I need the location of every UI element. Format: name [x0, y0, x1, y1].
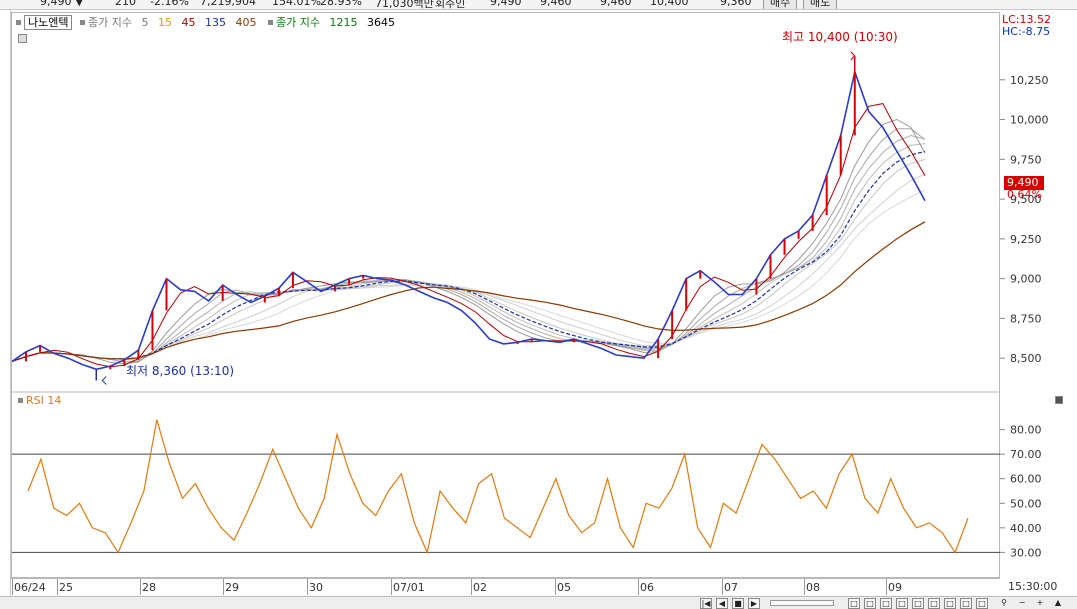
x-tick-label: 07/01 — [393, 581, 425, 594]
x-tick-mark — [886, 579, 887, 595]
x-tick-mark — [804, 579, 805, 595]
x-tick-label: 06 — [640, 581, 654, 594]
rsi-legend: RSI 14 — [18, 394, 61, 407]
x-tick-mark — [722, 579, 723, 595]
search-icon[interactable]: ⚲ — [998, 598, 1010, 609]
price-ytick-label: 8,500 — [1010, 352, 1042, 365]
scroll-left-icon[interactable]: ◀ — [716, 598, 728, 609]
x-tick-label: 25 — [59, 581, 73, 594]
x-tick-mark — [57, 579, 58, 595]
tool-8-icon[interactable]: □ — [960, 598, 972, 609]
rsi-ytick-label: 50.00 — [1010, 497, 1042, 510]
scroll-right-icon[interactable]: ▶ — [748, 598, 760, 609]
change-percent: 0.64% — [1007, 188, 1042, 201]
price-ytick-label: 8,750 — [1010, 312, 1042, 325]
bottom-toolbar: |◀ ◀ ■ ▶ □ □ □ □ □ □ □ □ □ ⚲ − + ▲ — [0, 596, 1077, 609]
price-ytick-label: 9,750 — [1010, 153, 1042, 166]
high-annotation: 최고 10,400 (10:30) — [782, 30, 898, 44]
tool-1-icon[interactable]: □ — [848, 598, 860, 609]
ma-fan-line — [11, 173, 926, 362]
tool-2-icon[interactable]: □ — [864, 598, 876, 609]
scroll-start-icon[interactable]: |◀ — [700, 598, 712, 609]
time-label: 15:30:00 — [1008, 580, 1058, 593]
ma-fan-line — [11, 143, 926, 362]
zoom-out-icon[interactable]: − — [1016, 598, 1028, 609]
x-tick-mark — [12, 579, 13, 595]
price-ytick-label: 9,250 — [1010, 233, 1042, 246]
rsi-ytick-label: 80.00 — [1010, 424, 1042, 437]
x-tick-label: 02 — [473, 581, 487, 594]
price-ytick-label: 10,000 — [1010, 114, 1049, 127]
price-ytick-label: 9,000 — [1010, 273, 1042, 286]
low-annotation: 최저 8,360 (13:10) — [126, 364, 235, 378]
price-and-rsi-chart: 10,25010,0009,7509,5009,2509,0008,7508,5… — [11, 51, 1049, 559]
x-tick-label: 30 — [309, 581, 323, 594]
ma-fan-line — [11, 134, 926, 362]
tool-3-icon[interactable]: □ — [880, 598, 892, 609]
rsi-ytick-label: 30.00 — [1010, 546, 1042, 559]
x-tick-label: 05 — [557, 581, 571, 594]
x-tick-mark — [391, 579, 392, 595]
rsi-series-line — [27, 419, 969, 555]
x-tick-mark — [471, 579, 472, 595]
scroll-thumb[interactable] — [770, 600, 834, 606]
price-ytick-label: 10,250 — [1010, 74, 1049, 87]
zoom-in-icon[interactable]: + — [1034, 598, 1046, 609]
x-tick-label: 29 — [225, 581, 239, 594]
ma-135-line — [11, 150, 926, 362]
tool-9-icon[interactable]: □ — [976, 598, 988, 609]
tool-6-icon[interactable]: □ — [928, 598, 940, 609]
tool-5-icon[interactable]: □ — [912, 598, 924, 609]
tool-7-icon[interactable]: □ — [944, 598, 956, 609]
rsi-label-text: RSI 14 — [26, 394, 62, 407]
hc-value: HC:-8.75 — [1002, 25, 1051, 38]
x-tick-label: 07 — [724, 581, 738, 594]
ma-fan-line — [11, 128, 926, 363]
low-marker-arrow — [101, 376, 107, 385]
x-tick-mark — [307, 579, 308, 595]
x-tick-label: 09 — [888, 581, 902, 594]
price-series-line — [11, 68, 926, 371]
panel-minimize-icon[interactable] — [1055, 396, 1063, 404]
stop-icon[interactable]: ■ — [732, 598, 744, 609]
ma-45-line — [11, 103, 926, 368]
x-tick-mark — [555, 579, 556, 595]
ma-fan-line — [11, 159, 926, 362]
legend-square-icon[interactable] — [18, 398, 23, 403]
x-tick-mark — [638, 579, 639, 595]
collapse-icon[interactable]: ▲ — [1052, 598, 1064, 609]
x-tick-mark — [140, 579, 141, 595]
x-tick-label: 06/24 — [14, 581, 46, 594]
ma-fan-line — [11, 118, 926, 365]
rsi-ytick-label: 40.00 — [1010, 522, 1042, 535]
rsi-ytick-label: 70.00 — [1010, 448, 1042, 461]
x-tick-mark — [223, 579, 224, 595]
rsi-ytick-label: 60.00 — [1010, 473, 1042, 486]
x-tick-label: 28 — [142, 581, 156, 594]
x-axis: 06/24 25 28 29 30 07/01 02 05 06 07 08 09 — [11, 578, 1000, 596]
chart-window: 9,490 ▼ 210 -2.16% 7,219,904 154.01% 28.… — [0, 0, 1077, 609]
tool-4-icon[interactable]: □ — [896, 598, 908, 609]
x-tick-label: 08 — [806, 581, 820, 594]
